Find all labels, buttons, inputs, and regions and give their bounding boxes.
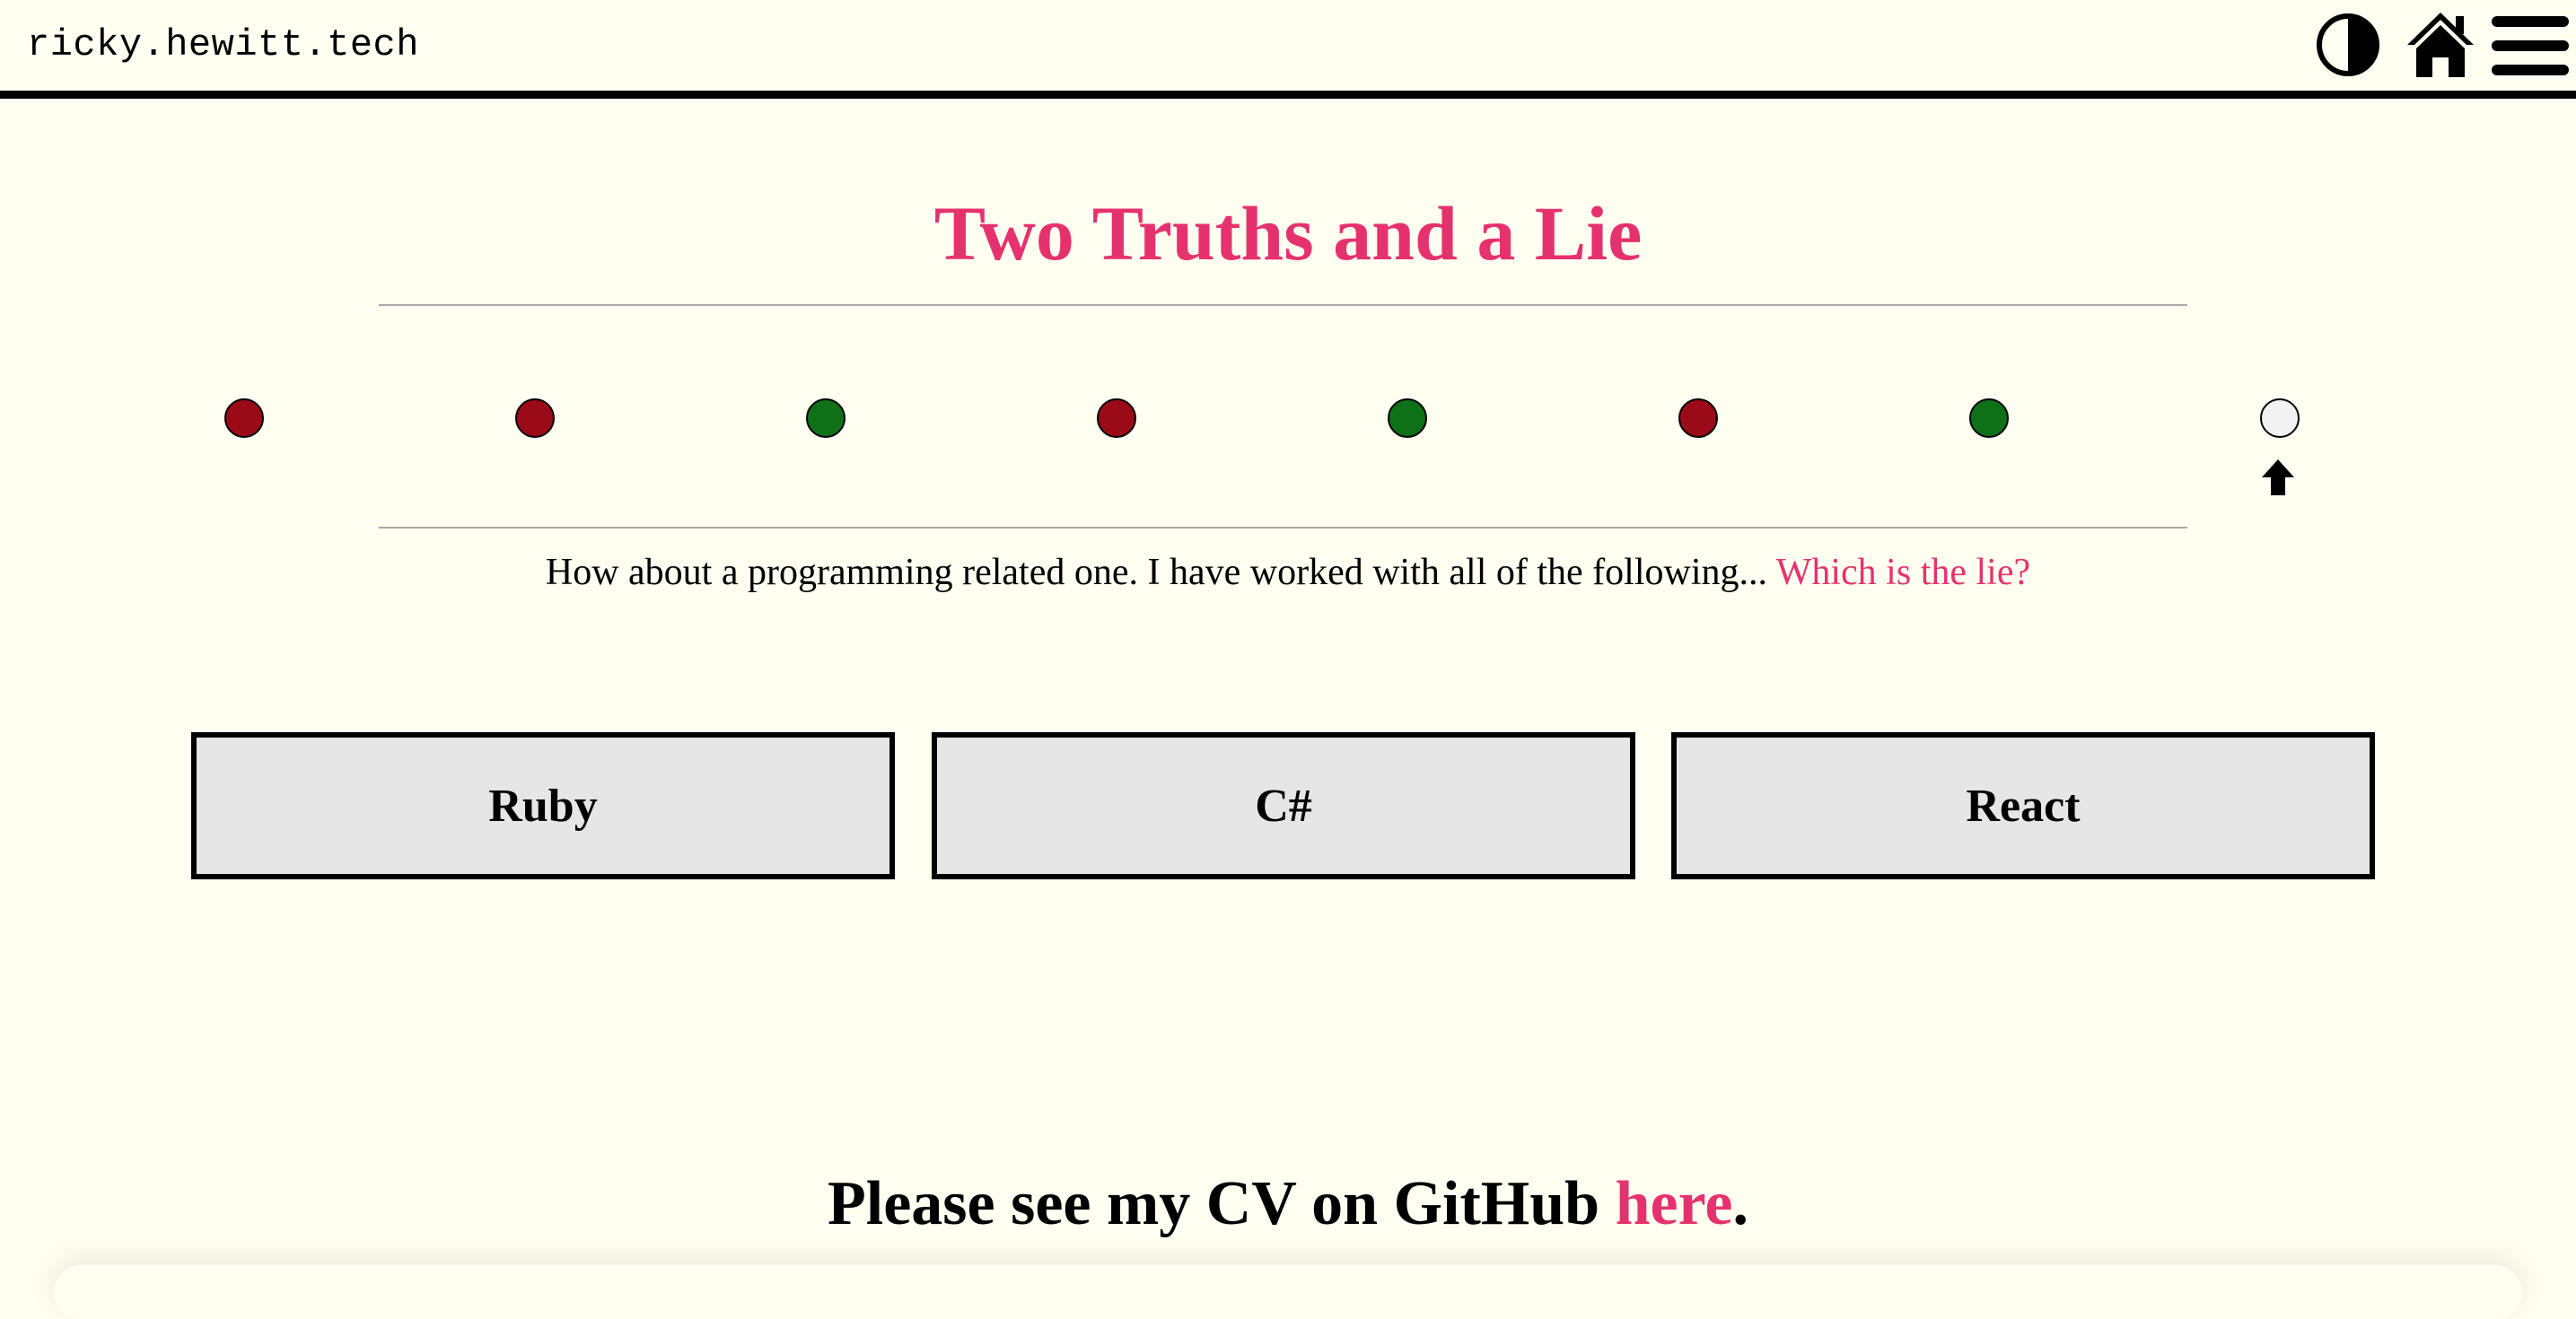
site-header: ricky.hewitt.tech — [0, 0, 2576, 99]
divider-bottom — [379, 527, 2187, 528]
cv-notice: Please see my CV on GitHub here. — [0, 1168, 2576, 1240]
question-prompt-link[interactable]: Which is the lie? — [1776, 552, 2030, 593]
theme-toggle-icon[interactable] — [2314, 11, 2382, 79]
cv-text: Please see my CV on GitHub — [828, 1169, 1600, 1238]
progress-dot-current — [2260, 398, 2300, 438]
bottom-panel-shadow — [54, 1265, 2522, 1319]
answer-button-react[interactable]: React — [1671, 732, 2375, 879]
cv-link[interactable]: here — [1616, 1169, 1733, 1238]
progress-dot-correct — [1388, 398, 1427, 438]
progress-dot-correct — [1969, 398, 2009, 438]
answer-button-csharp[interactable]: C# — [932, 732, 1635, 879]
home-icon[interactable] — [2405, 9, 2475, 79]
divider-top — [379, 304, 2187, 306]
question-body: How about a programming related one. I h… — [545, 552, 1767, 593]
progress-dot-wrong — [1097, 398, 1136, 438]
progress-dot-correct — [806, 398, 846, 438]
answer-button-ruby[interactable]: Ruby — [191, 732, 895, 879]
question-text: How about a programming related one. I h… — [0, 551, 2576, 594]
page-title: Two Truths and a Lie — [933, 190, 1643, 276]
progress-dot-wrong — [515, 398, 555, 438]
current-round-arrow-icon — [2258, 458, 2298, 502]
menu-icon[interactable] — [2490, 14, 2571, 77]
cv-end: . — [1732, 1169, 1748, 1238]
progress-dot-wrong — [224, 398, 264, 438]
progress-dot-wrong — [1678, 398, 1718, 438]
site-name[interactable]: ricky.hewitt.tech — [27, 23, 419, 66]
